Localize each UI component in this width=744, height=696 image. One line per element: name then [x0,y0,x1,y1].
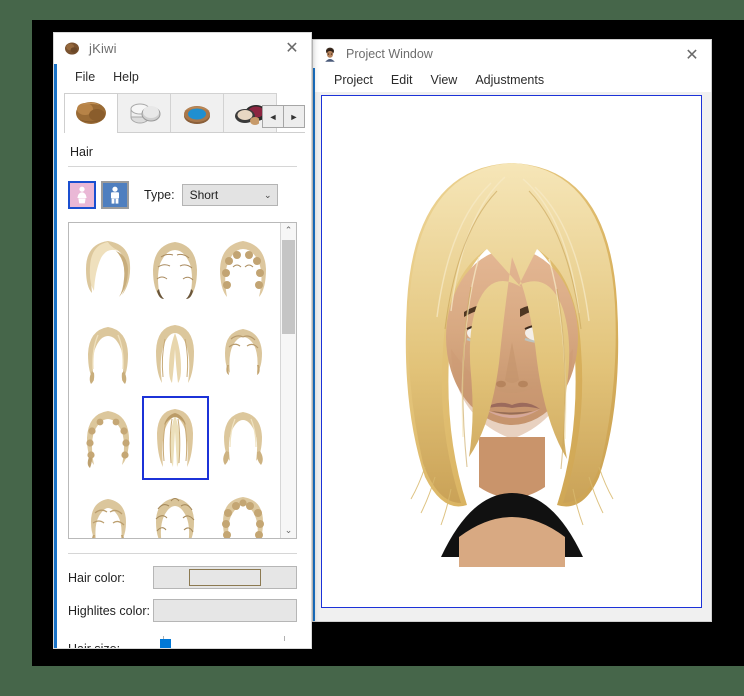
menu-file[interactable]: File [66,68,104,86]
avatar-illustration [405,162,618,567]
hair-type-value: Short [189,188,219,202]
avatar-face-icon [322,46,338,62]
hair-style-icon [86,411,130,468]
hair-color-swatch-button[interactable] [153,566,297,589]
menu-help[interactable]: Help [104,68,148,86]
hair-panel: Hair Type: Short ⌄ ⌃ ⌄ Hair color: Highl… [54,133,311,648]
hair-thumb-9[interactable] [210,397,276,479]
hair-thumb-1[interactable] [75,229,141,311]
tab-foundation[interactable] [117,93,171,132]
properties-divider [68,553,297,554]
male-figure-icon [111,186,119,204]
hair-thumb-11[interactable] [143,481,209,538]
hair-size-slider[interactable] [153,636,297,648]
hair-thumb-5[interactable] [143,313,209,395]
female-figure-icon [77,186,87,204]
hair-style-icon [222,497,265,538]
project-window-close-button[interactable]: ✕ [681,45,703,67]
hair-thumb-3[interactable] [210,229,276,311]
menu-view[interactable]: View [421,71,466,89]
jkiwi-menubar[interactable]: File Help [54,64,311,89]
tab-overflow-indicator [249,114,260,128]
hair-thumb-8[interactable] [141,396,210,480]
slider-tick-max-top [284,636,285,641]
project-window[interactable]: Project Window ✕ Project Edit View Adjus… [313,40,711,621]
panel-divider [68,166,297,167]
panel-title: Hair [70,145,93,159]
project-canvas[interactable] [321,95,702,608]
project-window-title: Project Window [346,47,433,61]
hair-type-select[interactable]: Short ⌄ [181,184,278,206]
female-gender-button[interactable] [68,181,96,209]
project-window-menubar[interactable]: Project Edit View Adjustments [313,68,711,92]
hair-style-icon [223,412,263,465]
type-label: Type: [144,188,175,202]
hair-wig-icon [63,40,81,58]
hair-gallery[interactable]: ⌃ ⌄ [68,222,297,539]
hair-style-icon-selected [157,409,194,467]
hair-thumb-12[interactable] [210,481,276,538]
hair-style-icon [156,497,195,538]
tab-scroll-buttons[interactable]: ◄ ► [262,105,305,128]
hair-thumb-2[interactable] [143,229,209,311]
project-window-titlebar[interactable]: Project Window ✕ [313,40,711,68]
hair-thumb-7[interactable] [75,397,141,479]
hair-thumb-4[interactable] [75,313,141,395]
hair-color-label: Hair color: [68,570,125,585]
highlites-color-swatch-button[interactable] [153,599,297,622]
male-gender-button[interactable] [101,181,129,209]
hair-style-icon [156,325,195,383]
jkiwi-title: jKiwi [89,41,117,56]
highlites-color-label: Highlites color: [68,603,150,618]
hair-color-row: Hair color: [68,566,297,589]
hair-thumb-6[interactable] [210,313,276,395]
menu-edit[interactable]: Edit [382,71,422,89]
gender-type-row: Type: Short ⌄ [68,181,297,209]
slider-thumb[interactable] [160,639,171,648]
chevron-down-icon: ⌄ [264,189,272,200]
hair-color-swatch [189,569,261,586]
hair-gallery-grid[interactable] [69,223,280,538]
tab-hair[interactable] [64,93,118,133]
tabstrip[interactable]: ◄ ► [64,92,305,133]
hair-style-icon [153,242,198,299]
hair-thumb-10[interactable] [75,481,141,538]
cream-jar-icon [130,103,161,124]
jkiwi-titlebar[interactable]: jKiwi ✕ [54,33,311,64]
hair-style-icon [85,241,130,297]
hair-size-label: Hair size: [68,642,153,648]
hair-wig-icon [76,102,106,124]
avatar-preview [322,96,701,607]
menu-project[interactable]: Project [325,71,382,89]
tab-scroll-left-button[interactable]: ◄ [262,105,284,128]
scroll-down-button[interactable]: ⌄ [281,523,296,538]
hair-size-row: Hair size: [68,636,297,648]
hair-style-icon [87,327,128,384]
gallery-scrollbar[interactable]: ⌃ ⌄ [280,223,296,538]
scrollbar-thumb[interactable] [282,240,295,334]
menu-adjustments[interactable]: Adjustments [466,71,553,89]
hair-style-icon [90,499,126,538]
desktop-background: Project Window ✕ Project Edit View Adjus… [0,0,744,696]
jkiwi-window[interactable]: jKiwi ✕ File Help ◄ ► Hair Type: Short ⌄… [54,33,311,648]
jkiwi-close-button[interactable]: ✕ [281,38,303,60]
hair-style-icon [225,329,263,375]
blue-eyeshadow-compact-icon [184,106,210,124]
highlites-color-row: Highlites color: [68,599,297,622]
scroll-up-button[interactable]: ⌃ [281,223,296,238]
tab-eyeshadow[interactable] [170,93,224,132]
hair-style-icon [220,241,267,297]
tab-scroll-right-button[interactable]: ► [283,105,305,128]
